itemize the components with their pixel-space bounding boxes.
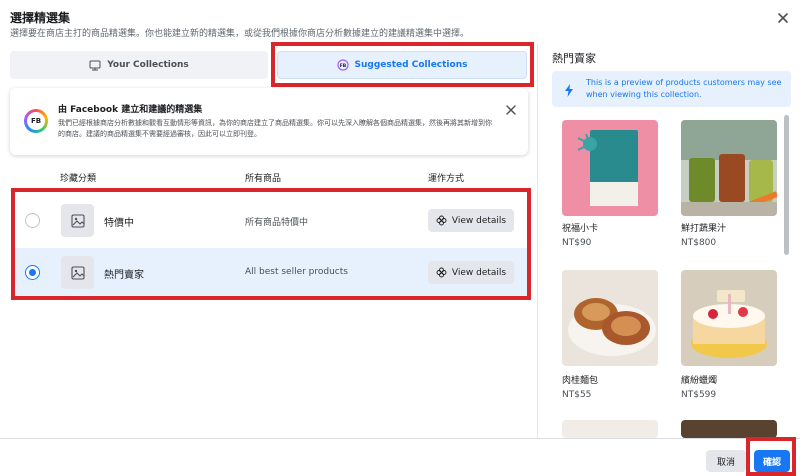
flower-icon bbox=[436, 267, 447, 278]
product-price: NT$55 bbox=[562, 390, 592, 400]
close-icon[interactable] bbox=[776, 11, 790, 25]
row-radio[interactable] bbox=[25, 265, 40, 280]
tab-label: Your Collections bbox=[107, 60, 189, 70]
confirm-button[interactable]: 確認 bbox=[754, 450, 790, 472]
button-label: View details bbox=[451, 267, 507, 278]
dialog-header: 選擇精選集 選擇要在商店主打的商品精選集。你也能建立新的精選集，或從我們根據你商… bbox=[0, 0, 800, 44]
preview-notice: This is a preview of products customers … bbox=[552, 71, 791, 107]
storefront-icon bbox=[89, 60, 101, 71]
close-icon[interactable] bbox=[506, 100, 516, 115]
info-title: 由 Facebook 建立和建議的精選集 bbox=[58, 105, 203, 115]
header-divider bbox=[10, 190, 528, 191]
view-details-button[interactable]: View details bbox=[428, 261, 514, 284]
tab-suggested-collections[interactable]: FB Suggested Collections bbox=[277, 51, 527, 79]
column-header-category: 珍藏分類 bbox=[60, 174, 97, 184]
preview-title: 熱門賣家 bbox=[552, 52, 596, 65]
product-image-cinnamon-roll[interactable] bbox=[562, 270, 658, 366]
table-row[interactable]: 特價中 所有商品特價中 View details bbox=[14, 196, 528, 245]
product-price: NT$599 bbox=[681, 390, 717, 400]
fb-badge-icon: FB bbox=[336, 59, 349, 71]
info-description: 我們已經根據商店分析數據和觀看互動情形等資訊，為你的商店建立了商品精選集。你可以… bbox=[58, 119, 492, 138]
image-placeholder-icon bbox=[61, 256, 94, 289]
scrollbar-thumb[interactable] bbox=[784, 115, 789, 255]
button-label: View details bbox=[451, 215, 507, 226]
product-image-partial[interactable] bbox=[681, 420, 777, 438]
tab-your-collections[interactable]: Your Collections bbox=[10, 51, 268, 79]
image-placeholder-icon bbox=[61, 204, 94, 237]
svg-text:FB: FB bbox=[339, 63, 346, 69]
product-image-juice[interactable] bbox=[681, 120, 777, 216]
lightning-icon bbox=[565, 82, 573, 101]
collection-name: 熱門賣家 bbox=[104, 270, 144, 281]
table-row[interactable]: 熱門賣家 All best seller products View detai… bbox=[14, 248, 528, 297]
column-header-how-it-works: 運作方式 bbox=[428, 174, 465, 184]
collection-name: 特價中 bbox=[104, 218, 134, 229]
view-details-button[interactable]: View details bbox=[428, 209, 514, 232]
info-card: FB 由 Facebook 建立和建議的精選集 我們已經根據商店分析數據和觀看互… bbox=[10, 88, 528, 155]
badge-text: FB bbox=[27, 112, 45, 130]
product-name: 繽紛蠟燭 bbox=[681, 376, 718, 386]
product-name: 肉桂麵包 bbox=[562, 376, 599, 386]
dialog-title: 選擇精選集 bbox=[10, 11, 71, 25]
tab-label: Suggested Collections bbox=[354, 60, 468, 70]
collection-description: 所有商品特價中 bbox=[245, 218, 309, 228]
dialog-subtitle: 選擇要在商店主打的商品精選集。你也能建立新的精選集，或從我們根據你商店分析數據建… bbox=[10, 29, 470, 39]
product-name: 鮮打蔬果汁 bbox=[681, 224, 727, 234]
preview-notice-text: This is a preview of products customers … bbox=[586, 78, 782, 99]
row-radio[interactable] bbox=[25, 213, 40, 228]
product-image-partial[interactable] bbox=[562, 420, 658, 438]
cancel-button[interactable]: 取消 bbox=[706, 450, 746, 472]
flower-icon bbox=[436, 215, 447, 226]
product-image-card[interactable] bbox=[562, 120, 658, 216]
product-price: NT$90 bbox=[562, 238, 592, 248]
column-header-products: 所有商品 bbox=[245, 174, 282, 184]
product-image-cake[interactable] bbox=[681, 270, 777, 366]
facebook-badge-icon: FB bbox=[24, 109, 48, 133]
collection-description: All best seller products bbox=[245, 267, 348, 277]
dialog-footer bbox=[0, 438, 800, 476]
product-name: 祝福小卡 bbox=[562, 224, 599, 234]
product-price: NT$800 bbox=[681, 238, 717, 248]
